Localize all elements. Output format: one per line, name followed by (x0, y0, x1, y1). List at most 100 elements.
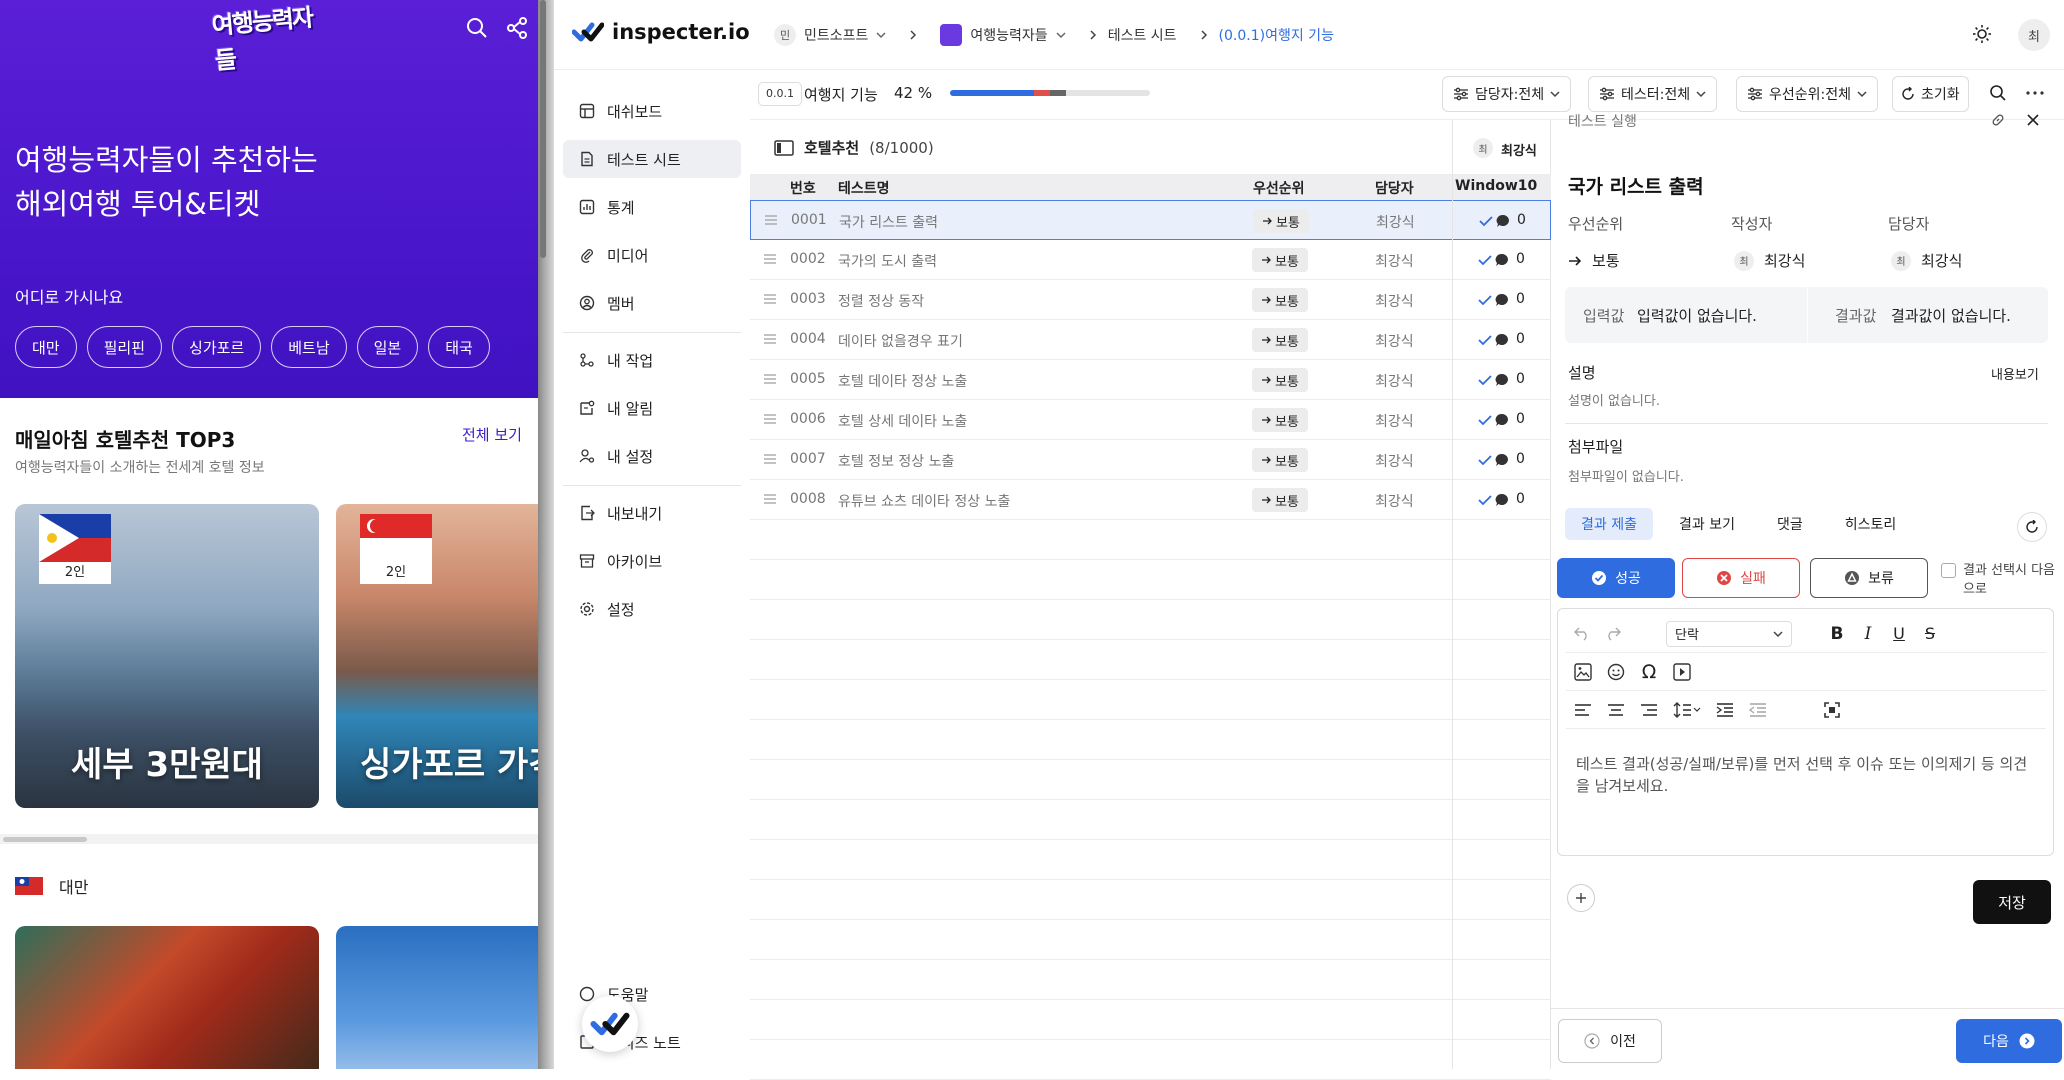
drag-handle-icon[interactable] (764, 494, 776, 504)
breadcrumb-company[interactable]: 민 민트소프트 (774, 24, 886, 46)
table-row[interactable]: 0008 유튜브 쇼츠 데이타 정상 노출 보통 최강식 0 (750, 480, 1551, 520)
table-row[interactable]: 0002 국가의 도시 출력 보통 최강식 0 (750, 240, 1551, 280)
align-right-icon[interactable] (1640, 703, 1658, 717)
column-assignee[interactable]: 담당자 (1375, 178, 1414, 198)
sidebar-item-members[interactable]: 멤버 (563, 284, 741, 322)
drag-handle-icon[interactable] (764, 414, 776, 424)
sidebar-item-test-sheet[interactable]: 테스트 시트 (563, 140, 741, 178)
more-icon[interactable] (2026, 91, 2044, 95)
drag-handle-icon[interactable] (764, 334, 776, 344)
priority-badge[interactable]: 보통 (1252, 248, 1308, 272)
comment-editor[interactable]: 단락 B I U S Ω 테스트 결과(성공/실패/보류)를 먼저 선택 후 이… (1557, 608, 2054, 856)
priority-badge[interactable]: 보통 (1252, 328, 1308, 352)
priority-badge[interactable]: 보통 (1252, 448, 1308, 472)
drag-handle-icon[interactable] (764, 254, 776, 264)
comment-icon[interactable] (1495, 253, 1509, 267)
refresh-button[interactable] (2017, 512, 2047, 542)
user-avatar[interactable]: 최 (2018, 19, 2050, 51)
image-icon[interactable] (1574, 662, 1592, 681)
tab-view-result[interactable]: 결과 보기 (1663, 508, 1751, 540)
strikethrough-icon[interactable]: S (1922, 624, 1938, 643)
comment-icon[interactable] (1495, 373, 1509, 387)
search-icon[interactable] (466, 17, 488, 39)
outdent-icon[interactable] (1749, 702, 1767, 717)
undo-icon[interactable] (1574, 627, 1590, 641)
sidebar-item-my-tasks[interactable]: 내 작업 (563, 341, 741, 379)
prev-button[interactable]: 이전 (1558, 1019, 1662, 1063)
hotel-card-singapore[interactable]: 2인 싱가포르 가격 (336, 504, 538, 808)
priority-badge[interactable]: 보통 (1252, 488, 1308, 512)
breadcrumb-current[interactable]: (0.0.1)여행지 기능 (1219, 25, 1334, 45)
table-row[interactable]: 0004 데이타 없을경우 표기 보통 최강식 0 (750, 320, 1551, 360)
view-all-link[interactable]: 전체 보기 (462, 424, 522, 445)
column-number[interactable]: 번호 (790, 178, 816, 198)
paragraph-select[interactable]: 단락 (1666, 620, 1792, 647)
chip-thailand[interactable]: 태국 (428, 326, 490, 368)
sidebar-item-my-alerts[interactable]: 내 알림 (563, 389, 741, 427)
sidebar-item-media[interactable]: 미디어 (563, 236, 741, 274)
comment-icon[interactable] (1495, 293, 1509, 307)
fail-button[interactable]: 실패 (1682, 558, 1800, 598)
column-priority[interactable]: 우선순위 (1253, 178, 1305, 198)
drag-handle-icon[interactable] (764, 374, 776, 384)
chip-vietnam[interactable]: 베트남 (271, 326, 347, 368)
sidebar-item-settings[interactable]: 설정 (563, 590, 741, 628)
chip-taiwan[interactable]: 대만 (15, 326, 77, 368)
filter-tester[interactable]: 테스터:전체 (1588, 76, 1718, 112)
line-height-icon[interactable] (1673, 701, 1701, 718)
tab-comments[interactable]: 댓글 (1761, 508, 1819, 540)
omega-icon[interactable]: Ω (1640, 661, 1658, 683)
success-button[interactable]: 성공 (1557, 558, 1675, 598)
bold-icon[interactable]: B (1829, 624, 1845, 644)
filter-priority[interactable]: 우선순위:전체 (1736, 76, 1878, 112)
suite-title[interactable]: 호텔추천 (8/1000) (774, 137, 934, 158)
priority-badge[interactable]: 보통 (1253, 209, 1309, 233)
italic-icon[interactable]: I (1860, 624, 1876, 644)
horizontal-scrollbar[interactable] (0, 834, 538, 844)
align-left-icon[interactable] (1574, 703, 1592, 717)
sidebar-item-my-settings[interactable]: 내 설정 (563, 437, 741, 475)
close-icon[interactable] (2026, 113, 2040, 127)
table-row[interactable]: 0003 정렬 정상 동작 보통 최강식 0 (750, 280, 1551, 320)
link-icon[interactable] (1991, 113, 2005, 127)
emoji-icon[interactable] (1607, 663, 1625, 681)
filter-assignee[interactable]: 담당자:전체 (1442, 76, 1572, 112)
hold-button[interactable]: 보류 (1810, 558, 1928, 598)
breadcrumb-sheets[interactable]: 테스트 시트 (1108, 25, 1177, 45)
column-test-name[interactable]: 테스트명 (838, 178, 890, 198)
site-logo[interactable]: 여행능력자들 (211, 3, 329, 75)
view-content-link[interactable]: 내용보기 (1991, 364, 2039, 383)
add-button[interactable] (1567, 884, 1595, 912)
column-window10[interactable]: Window10 (1455, 178, 1537, 194)
floating-logo-button[interactable] (582, 996, 638, 1052)
vertical-scrollbar[interactable] (540, 0, 546, 258)
priority-badge[interactable]: 보통 (1252, 408, 1308, 432)
hotel-card-cebu[interactable]: 2인 세부 3만원대 (15, 504, 319, 808)
assignee-value[interactable]: 최 최강식 (1891, 250, 1962, 271)
sidebar-item-archive[interactable]: 아카이브 (563, 542, 741, 580)
video-icon[interactable] (1673, 662, 1691, 681)
drag-handle-icon[interactable] (764, 294, 776, 304)
chip-philippines[interactable]: 필리핀 (86, 326, 163, 368)
drag-handle-icon[interactable] (764, 454, 776, 464)
sidebar-item-dashboard[interactable]: 대쉬보드 (563, 92, 741, 130)
table-row[interactable]: 0007 호텔 정보 정상 노출 보통 최강식 0 (750, 440, 1551, 480)
comment-icon[interactable] (1495, 333, 1509, 347)
priority-value[interactable]: 보통 (1568, 250, 1620, 271)
sidebar-item-export[interactable]: 내보내기 (563, 494, 741, 532)
priority-badge[interactable]: 보통 (1252, 368, 1308, 392)
table-row[interactable]: 0006 호텔 상세 데이타 노출 보통 최강식 0 (750, 400, 1551, 440)
tab-submit-result[interactable]: 결과 제출 (1565, 508, 1653, 540)
comment-icon[interactable] (1495, 453, 1509, 467)
comment-icon[interactable] (1495, 493, 1509, 507)
brand-logo[interactable]: inspecter.io (572, 20, 750, 44)
underline-icon[interactable]: U (1891, 624, 1907, 643)
share-icon[interactable] (506, 17, 528, 39)
breadcrumb-project[interactable]: 여행능력자들 (940, 24, 1066, 46)
reset-button[interactable]: 초기화 (1892, 76, 1969, 112)
tab-history[interactable]: 히스토리 (1829, 508, 1913, 540)
sun-icon[interactable] (1972, 24, 1992, 44)
sidebar-item-stats[interactable]: 통계 (563, 188, 741, 226)
auto-next-checkbox[interactable]: 결과 선택시 다음으로 (1941, 561, 2061, 599)
save-button[interactable]: 저장 (1973, 880, 2051, 924)
